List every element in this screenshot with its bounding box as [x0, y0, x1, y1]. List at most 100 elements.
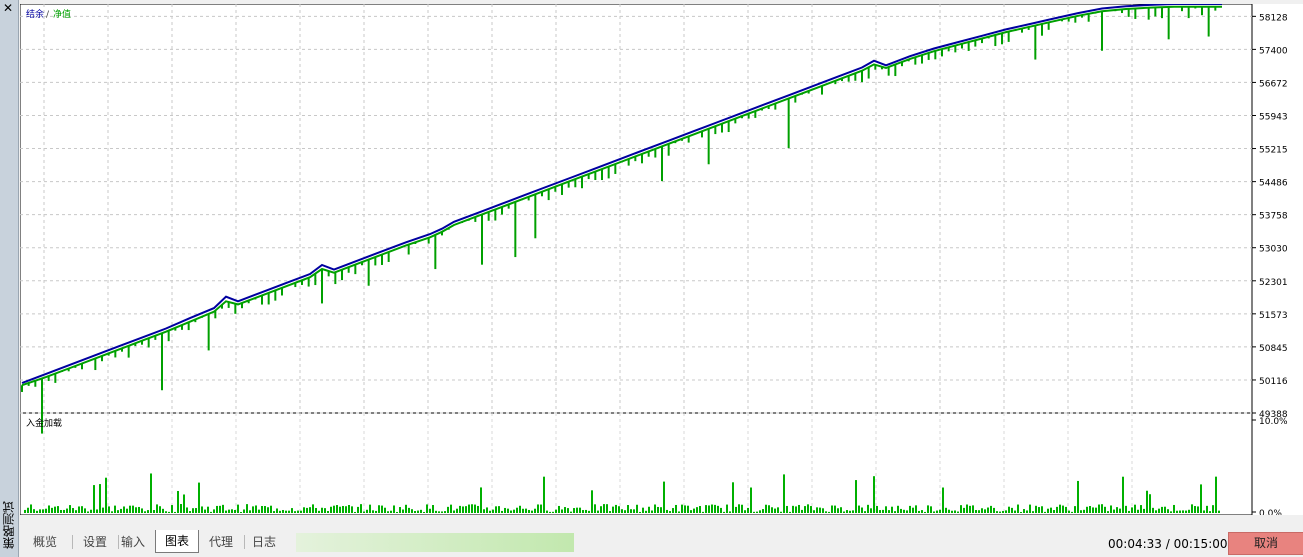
load-bar: [270, 505, 272, 513]
tab-settings[interactable]: 设置: [74, 532, 116, 552]
tab-graph[interactable]: 图表: [155, 530, 199, 553]
load-bar: [171, 505, 173, 513]
load-bar: [36, 510, 38, 513]
load-bar: [468, 504, 470, 513]
load-bar: [417, 510, 419, 513]
load-bar: [375, 510, 377, 513]
load-bar: [156, 504, 158, 513]
load-bar: [897, 505, 899, 513]
load-bar: [369, 504, 371, 513]
load-bar: [240, 511, 242, 513]
sub-chart-title: 入金加载: [26, 417, 62, 429]
load-bar: [885, 506, 887, 513]
load-bar: [570, 511, 572, 513]
load-bar: [1173, 504, 1175, 513]
tab-overview[interactable]: 概览: [20, 532, 70, 552]
tab-agents[interactable]: 代理: [200, 532, 242, 552]
load-bar: [1191, 504, 1193, 513]
load-bar: [249, 510, 251, 513]
load-bar: [117, 510, 119, 513]
load-bar: [435, 510, 437, 513]
load-bar: [507, 508, 509, 513]
y-tick-label: 55215: [1259, 146, 1288, 156]
load-bar: [1056, 506, 1058, 513]
load-bar: [789, 511, 791, 513]
load-bar: [1134, 504, 1136, 513]
tab-journal[interactable]: 日志: [246, 532, 282, 552]
load-bar: [1044, 511, 1046, 513]
load-bar: [1119, 508, 1121, 513]
load-bar: [54, 506, 56, 513]
load-bar: [792, 505, 794, 513]
load-bar: [498, 506, 500, 513]
load-bar: [495, 506, 497, 513]
load-bar: [462, 506, 464, 513]
load-bar: [1116, 507, 1118, 513]
elapsed-time: 00:04:33: [1108, 537, 1162, 551]
load-bar: [303, 507, 305, 513]
load-bar: [1074, 506, 1076, 513]
main-plot-frame: [19, 3, 1253, 414]
load-bar: [810, 506, 812, 513]
load-bar: [432, 505, 434, 513]
load-bar: [234, 510, 236, 513]
cancel-button[interactable]: 取消: [1228, 532, 1303, 555]
y-tick-label: 53758: [1259, 212, 1288, 222]
load-bar: [1146, 490, 1148, 513]
load-bar: [1071, 511, 1073, 513]
load-bar: [867, 504, 869, 513]
load-bar: [999, 511, 1001, 513]
load-bar: [942, 487, 944, 513]
load-bar: [57, 506, 59, 513]
load-bar: [702, 511, 704, 513]
load-bar: [522, 508, 524, 513]
tab-inputs[interactable]: 输入: [120, 532, 146, 552]
load-bar: [843, 511, 845, 513]
load-bar: [114, 505, 116, 513]
load-bar: [1140, 505, 1142, 513]
load-bar: [213, 509, 215, 513]
load-bar: [276, 508, 278, 513]
tab-divider: [244, 535, 245, 549]
load-bar: [723, 511, 725, 513]
load-bar: [840, 507, 842, 513]
load-bar: [675, 504, 677, 513]
load-bar: [666, 509, 668, 513]
load-bar: [504, 507, 506, 513]
load-bar: [1005, 510, 1007, 513]
load-bar: [555, 509, 557, 513]
load-bar: [324, 508, 326, 513]
load-bar: [672, 508, 674, 513]
load-bar: [831, 505, 833, 513]
load-bar: [291, 508, 293, 513]
load-bar: [765, 504, 767, 513]
close-icon[interactable]: ✕: [3, 2, 13, 14]
load-bar: [798, 504, 800, 513]
load-bar: [714, 504, 716, 513]
load-bar: [744, 510, 746, 513]
load-bar: [606, 504, 608, 513]
load-bar: [48, 505, 50, 513]
load-bar: [492, 509, 494, 513]
load-bar: [1077, 480, 1079, 513]
load-bar: [795, 506, 797, 513]
load-bar: [1002, 510, 1004, 513]
load-bar: [225, 510, 227, 513]
load-bar: [459, 505, 461, 513]
load-bar: [573, 508, 575, 513]
load-bar: [558, 505, 560, 513]
load-bar: [1167, 509, 1169, 513]
load-bar: [777, 507, 779, 513]
load-bar: [408, 507, 410, 513]
load-bar: [366, 509, 368, 513]
load-bar: [933, 511, 935, 513]
load-bar: [153, 510, 155, 513]
load-bar: [645, 510, 647, 513]
load-bar: [825, 511, 827, 513]
load-bar: [180, 504, 182, 513]
load-bar: [915, 505, 917, 513]
load-bar: [651, 510, 653, 513]
load-bar: [174, 511, 176, 513]
load-bar: [96, 509, 98, 513]
load-bar: [1080, 510, 1082, 513]
